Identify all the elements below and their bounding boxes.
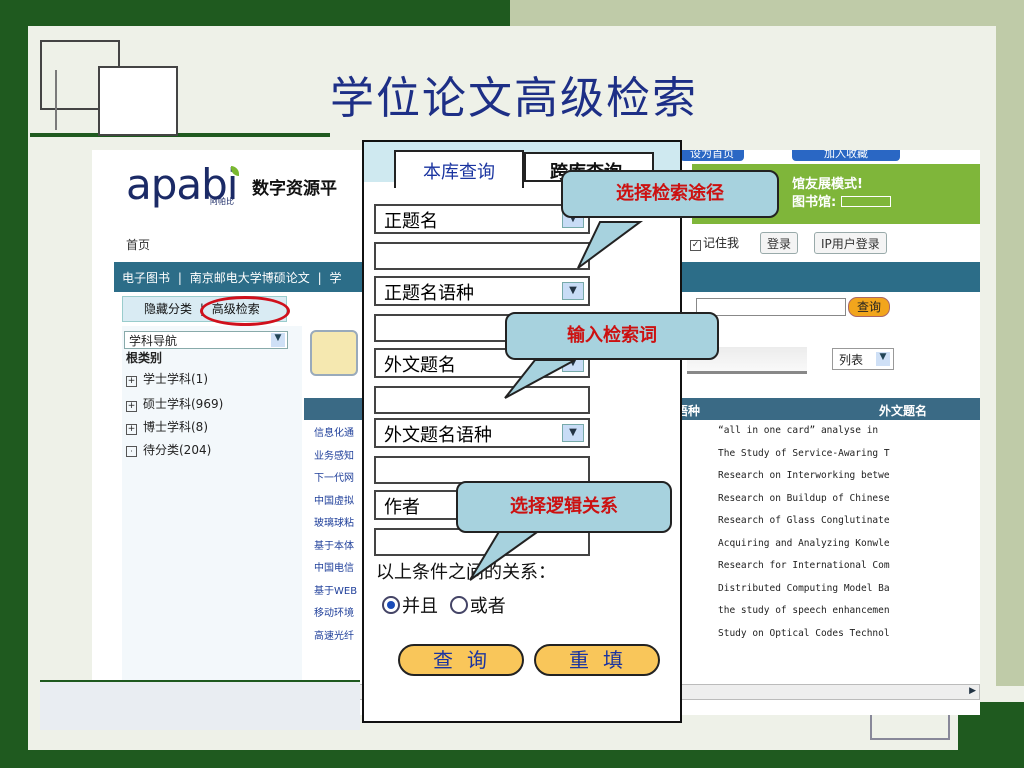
pointer-select-path bbox=[577, 221, 644, 269]
slide-background: 学位论文高级检索 设为首页 加入收藏 apabi 阿帕比 数字资源平 馆友展模式… bbox=[0, 0, 1024, 768]
callout-enter-terms: 输入检索词 bbox=[505, 312, 719, 360]
callout-select-logic: 选择逻辑关系 bbox=[456, 481, 672, 533]
pointer-select-logic bbox=[469, 529, 544, 581]
callout-pointers bbox=[469, 221, 644, 581]
pointer-enter-terms bbox=[504, 359, 576, 399]
callout-select-path: 选择检索途径 bbox=[561, 170, 779, 218]
